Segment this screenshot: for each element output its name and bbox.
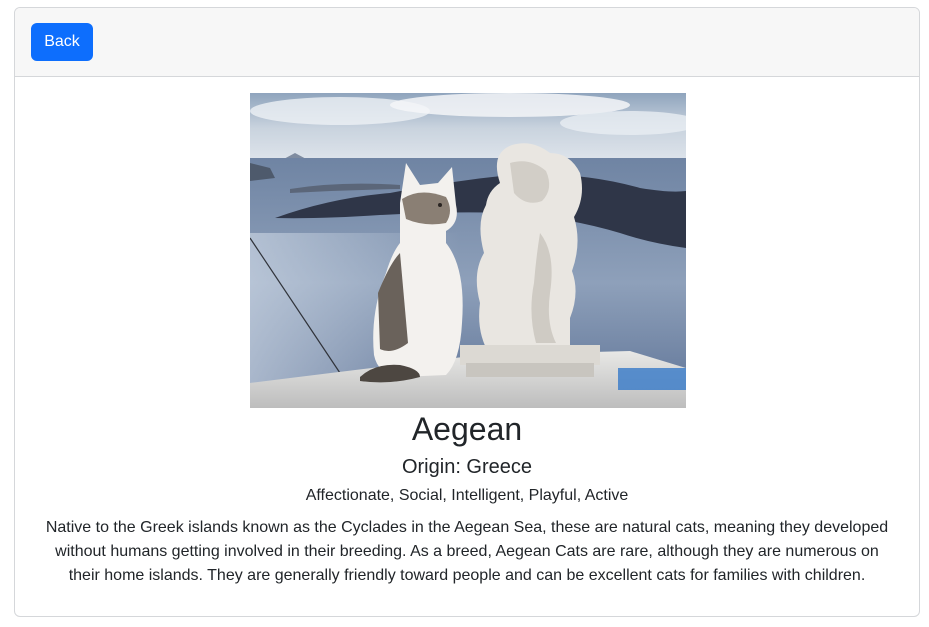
breed-origin: Origin: Greece [401,456,533,478]
breed-card: Back Aegean Origin: Greece Affectionate,… [14,7,920,617]
breed-photo [250,93,686,408]
breed-description: Native to the Greek islands known as the… [45,519,889,584]
card-header: Back [15,8,919,77]
breed-temperament: Affectionate, Social, Intelligent, Playf… [305,487,629,504]
back-button[interactable]: Back [31,23,93,61]
breed-name: Aegean [411,411,523,447]
